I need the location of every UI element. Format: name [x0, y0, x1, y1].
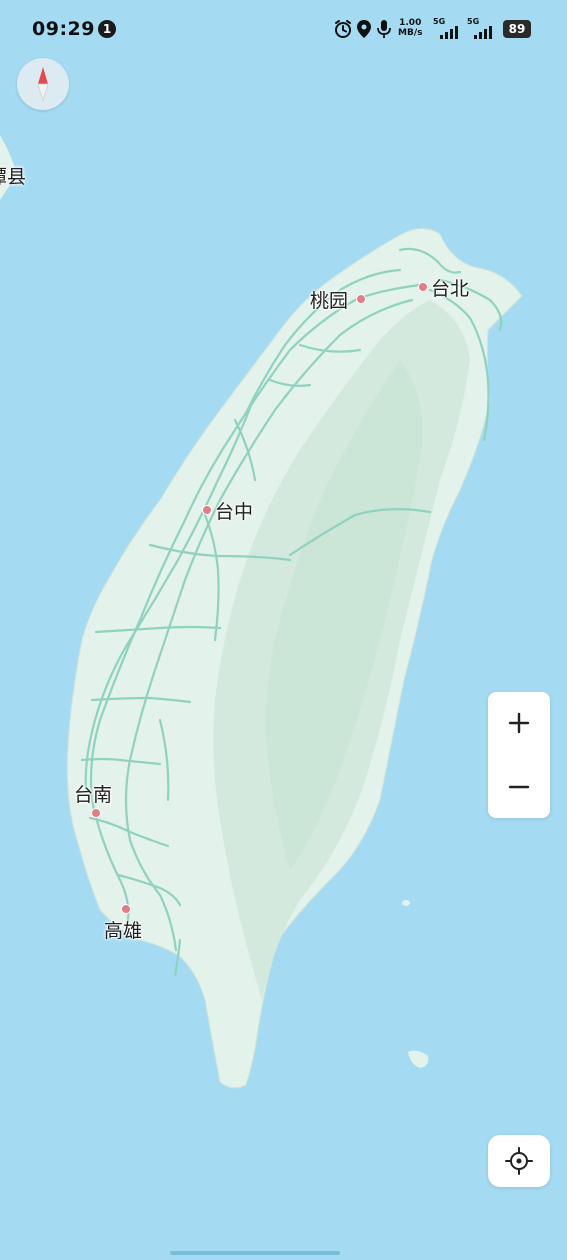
location-pin-icon	[357, 20, 371, 38]
compass-button[interactable]	[17, 58, 69, 110]
status-bar: 09:29 1 1.00 MB/s 5G 5G 89	[0, 0, 567, 60]
home-indicator[interactable]	[170, 1251, 340, 1255]
offmap-county-label: 潭县	[0, 166, 27, 188]
plus-icon	[508, 712, 530, 734]
net-speed-unit: MB/s	[398, 28, 423, 38]
signal-sim2: 5G	[467, 17, 497, 41]
minus-icon	[508, 785, 530, 789]
city-dot-taichung	[202, 505, 212, 515]
notification-badge: 1	[98, 20, 116, 38]
city-dot-kaohsiung	[121, 904, 131, 914]
city-dot-tainan	[91, 808, 101, 818]
zoom-out-button[interactable]	[488, 756, 550, 818]
city-dot-taoyuan	[356, 294, 366, 304]
city-label-taoyuan[interactable]: 桃园	[310, 286, 348, 313]
status-time: 09:29	[32, 18, 95, 40]
locate-button[interactable]	[488, 1135, 550, 1187]
city-label-taichung[interactable]: 台中	[215, 497, 253, 524]
map-canvas[interactable]	[0, 0, 567, 1260]
compass-icon	[37, 67, 49, 103]
signal-sim1: 5G	[433, 17, 463, 41]
microphone-icon	[377, 20, 391, 38]
zoom-control	[488, 692, 550, 818]
zoom-in-button[interactable]	[488, 692, 550, 754]
city-label-kaohsiung[interactable]: 高雄	[104, 916, 142, 943]
signal-bars-icon	[474, 26, 492, 39]
signal-bars-icon	[440, 26, 458, 39]
battery-indicator: 89	[503, 20, 531, 38]
city-label-tainan[interactable]: 台南	[74, 780, 112, 807]
city-label-taipei[interactable]: 台北	[431, 274, 469, 301]
net-speed: 1.00 MB/s	[398, 18, 422, 38]
alarm-icon	[335, 20, 351, 38]
locate-icon	[505, 1147, 533, 1175]
net-speed-value: 1.00	[399, 18, 422, 28]
city-dot-taipei	[418, 282, 428, 292]
